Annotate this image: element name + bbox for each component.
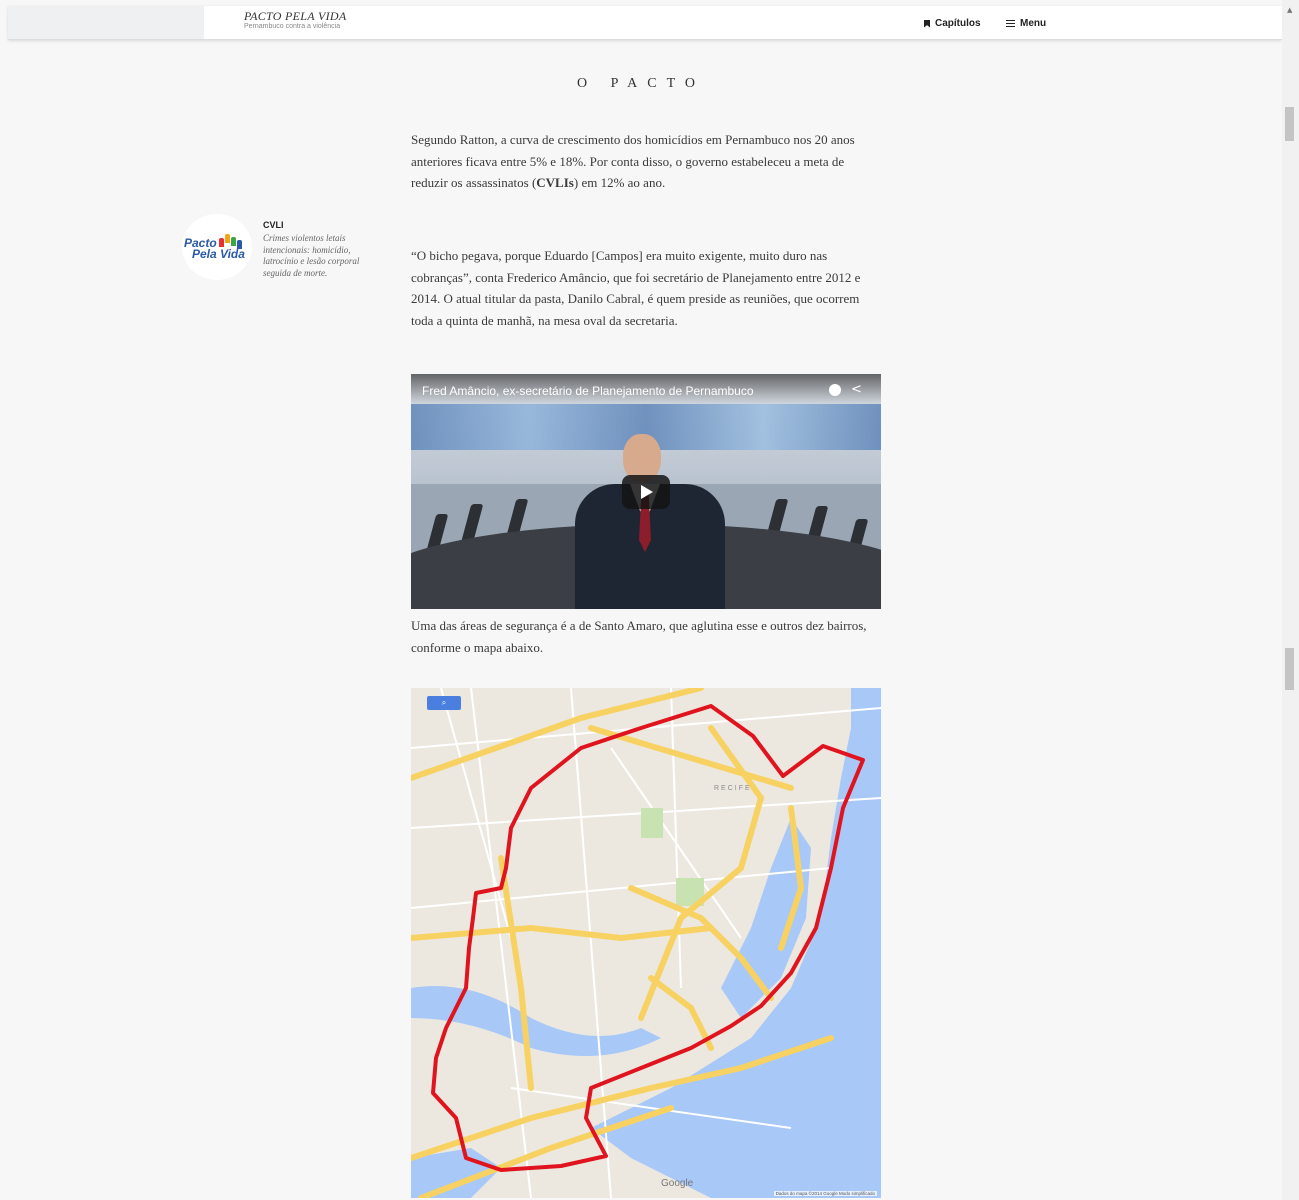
paragraph-quote: “O bicho pegava, porque Eduardo [Campos]…: [411, 248, 861, 328]
pacto-pela-vida-logo: Pacto Pela Vida: [182, 214, 252, 280]
play-button[interactable]: [622, 475, 670, 509]
map-search-icon[interactable]: ⌕: [427, 696, 461, 710]
sidenote-body: Crimes violentos letais intencionais: ho…: [263, 233, 360, 278]
scroll-up-arrow-icon[interactable]: ▲: [1287, 6, 1292, 14]
paragraph-santo-amaro: Uma das áreas de segurança é a de Santo …: [411, 618, 867, 655]
brand-subtitle: Pernambuco contra a violência: [244, 23, 341, 30]
brand-logo[interactable]: PACTO PELA VIDA Pernambuco contra a viol…: [244, 10, 347, 30]
watch-later-icon[interactable]: [829, 384, 841, 396]
video-title[interactable]: Fred Amâncio, ex-secretário de Planejame…: [422, 384, 754, 398]
map-area-label: RECIFE: [714, 785, 752, 792]
map-brand: Google: [661, 1178, 694, 1189]
cvli-term: CVLIs: [536, 175, 574, 190]
bookmark-icon: [924, 19, 930, 28]
scrollbar-thumb[interactable]: [1285, 107, 1294, 141]
sidenote-heading: CVLI: [263, 220, 284, 230]
section-title: O PACTO: [577, 76, 705, 91]
menu-button[interactable]: Menu: [1006, 18, 1046, 29]
brand-title: PACTO PELA VIDA: [244, 9, 347, 23]
chapters-label: Capítulos: [935, 18, 981, 29]
header-left-pad: [8, 6, 204, 39]
chapters-button[interactable]: Capítulos: [924, 18, 981, 29]
video-player[interactable]: Fred Amâncio, ex-secretário de Planejame…: [411, 374, 881, 609]
paragraph-ratton: Segundo Ratton, a curva de crescimento d…: [411, 129, 871, 194]
top-header-bar: PACTO PELA VIDA Pernambuco contra a viol…: [8, 6, 1282, 40]
vertical-scrollbar[interactable]: ▲: [1282, 0, 1299, 1200]
map-graphic: [411, 688, 881, 1198]
hamburger-icon: [1006, 20, 1015, 27]
logo-line2: Pela Vida: [192, 247, 245, 261]
p1-tail: ) em 12% ao ano.: [573, 175, 666, 190]
scrollbar-thumb-secondary[interactable]: [1285, 648, 1294, 690]
map-footer[interactable]: Dados do mapa ©2014 Google Modo simplifi…: [773, 1191, 877, 1196]
menu-label: Menu: [1020, 18, 1047, 29]
share-icon[interactable]: <: [851, 382, 862, 397]
cvli-sidenote: CVLI Crimes violentos letais intencionai…: [263, 220, 383, 279]
santo-amaro-map[interactable]: ⌕ RECIFE Google Dados do mapa ©2014 Goog…: [411, 688, 881, 1198]
speaker-figure: [575, 434, 725, 609]
